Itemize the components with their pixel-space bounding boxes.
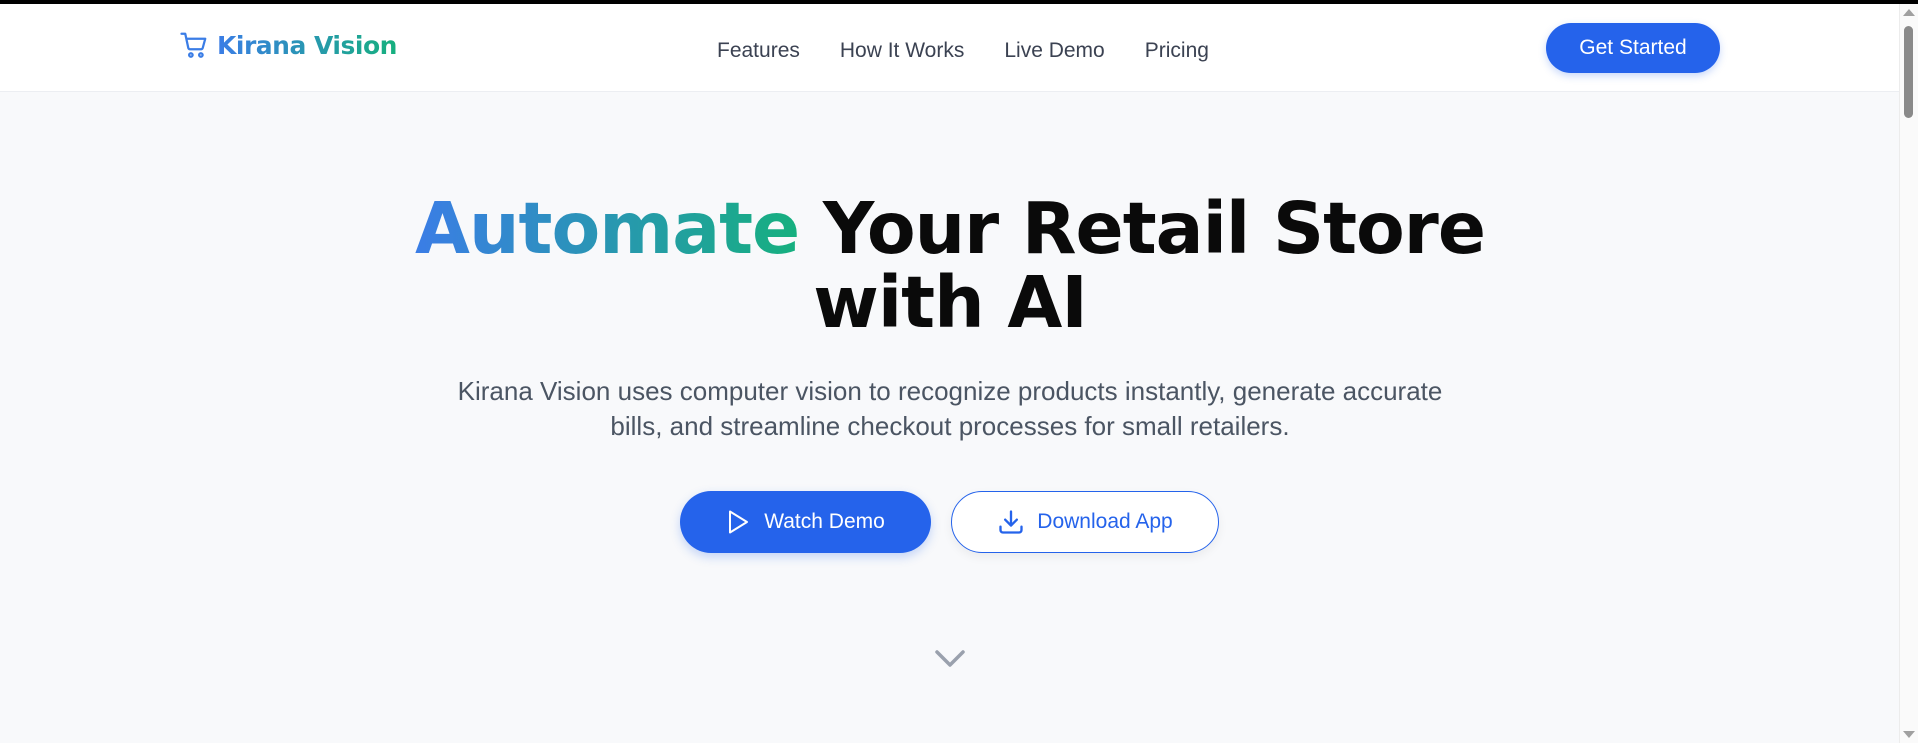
play-icon [729, 510, 749, 534]
navbar: Kirana Vision Features How It Works Live… [0, 4, 1900, 92]
nav-link-how-it-works[interactable]: How It Works [840, 39, 964, 63]
download-app-button[interactable]: Download App [951, 491, 1219, 553]
vertical-scrollbar[interactable] [1899, 4, 1918, 743]
scroll-up-arrow-icon[interactable] [1903, 9, 1915, 16]
hero-title: Automate Your Retail Store with AI [0, 192, 1900, 340]
scroll-down-arrow-icon[interactable] [1903, 731, 1915, 738]
page-viewport: Kirana Vision Features How It Works Live… [0, 4, 1918, 743]
shopping-cart-icon [180, 32, 207, 58]
hero-title-highlight: Automate [415, 187, 800, 270]
hero-subtitle-line1: Kirana Vision uses computer vision to re… [457, 376, 1443, 406]
hero-title-line2: with AI [813, 261, 1087, 344]
hero-subtitle: Kirana Vision uses computer vision to re… [400, 374, 1500, 444]
nav-link-live-demo[interactable]: Live Demo [1004, 39, 1104, 63]
download-app-label: Download App [1037, 510, 1173, 533]
brand-name: Kirana Vision [217, 30, 397, 60]
scrollbar-thumb[interactable] [1904, 26, 1913, 118]
nav-link-pricing[interactable]: Pricing [1145, 39, 1209, 63]
hero-subtitle-line2: bills, and streamline checkout processes… [610, 411, 1290, 441]
watch-demo-button[interactable]: Watch Demo [680, 491, 931, 553]
nav-menu: Features How It Works Live Demo Pricing [717, 39, 1209, 63]
brand-logo[interactable]: Kirana Vision [179, 30, 397, 60]
hero-title-line1-rest: Your Retail Store [799, 187, 1486, 270]
watch-demo-label: Watch Demo [764, 510, 885, 533]
nav-link-features[interactable]: Features [717, 39, 800, 63]
get-started-button[interactable]: Get Started [1546, 23, 1720, 73]
download-icon [999, 510, 1023, 534]
chevron-down-icon[interactable] [934, 648, 966, 670]
